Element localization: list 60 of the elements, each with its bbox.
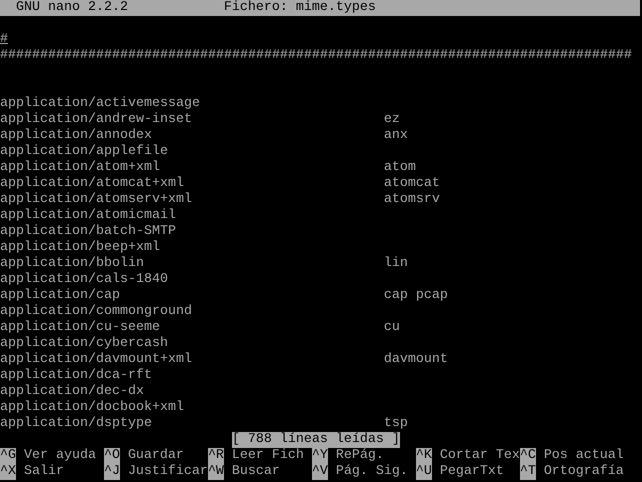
mime-type: application/andrew-inset: [0, 112, 193, 128]
comment-line: ###############################################################################: [0, 48, 632, 64]
mime-type: application/docbook+xml: [0, 400, 185, 416]
shortcut-key: ^U: [416, 464, 432, 480]
file-extension: atomsrv: [384, 192, 440, 208]
file-extension: atomcat: [384, 176, 440, 192]
mime-type: application/beep+xml: [0, 240, 161, 256]
shortcut-label: Justificar: [128, 464, 208, 480]
status-message: [ 788 líneas leídas ]: [232, 432, 400, 448]
file-extension: anx: [384, 128, 408, 144]
comment-line: #: [0, 32, 8, 48]
shortcut-key: ^W: [208, 464, 224, 480]
shortcut-key: ^T: [520, 464, 536, 480]
shortcut-label: Pos actual: [544, 448, 624, 464]
file-extension: cap pcap: [384, 288, 448, 304]
mime-type: application/atomserv+xml: [0, 192, 193, 208]
mime-type: application/dsptype: [0, 416, 153, 432]
mime-type: application/bbolin: [0, 256, 145, 272]
mime-type: application/atomcat+xml: [0, 176, 185, 192]
mime-type: application/atom+xml: [0, 160, 161, 176]
file-extension: davmount: [384, 352, 448, 368]
file-extension: ez: [384, 112, 400, 128]
mime-type: application/cals-1840: [0, 272, 169, 288]
mime-type: application/atomicmail: [0, 208, 177, 224]
mime-type: application/cybercash: [0, 336, 169, 352]
file-extension: atom: [384, 160, 416, 176]
shortcut-key: ^R: [208, 448, 224, 464]
app-version: GNU nano 2.2.2: [16, 0, 129, 16]
shortcut-key: ^J: [104, 464, 120, 480]
mime-type: application/annodex: [0, 128, 153, 144]
mime-type: application/dec-dx: [0, 384, 145, 400]
file-extension: cu: [384, 320, 400, 336]
shortcut-key: ^X: [0, 464, 16, 480]
shortcut-label: Ver ayuda: [24, 448, 96, 464]
file-name: Fichero: mime.types: [224, 0, 376, 16]
mime-type: application/batch-SMTP: [0, 224, 177, 240]
shortcut-key: ^Y: [312, 448, 328, 464]
shortcut-label: Salir: [24, 464, 64, 480]
mime-type: application/commonground: [0, 304, 193, 320]
mime-type: application/cu-seeme: [0, 320, 161, 336]
mime-type: application/applefile: [0, 144, 169, 160]
shortcut-key: ^V: [312, 464, 328, 480]
shortcut-key: ^G: [0, 448, 16, 464]
shortcut-label: Ortografía: [544, 464, 624, 480]
file-extension: lin: [384, 256, 408, 272]
mime-type: application/cap: [0, 288, 121, 304]
shortcut-label: Buscar: [232, 464, 280, 480]
mime-type: application/activemessage: [0, 96, 201, 112]
shortcut-key: ^C: [520, 448, 536, 464]
shortcut-label: Pág. Sig.: [336, 464, 408, 480]
shortcut-label: RePág.: [336, 448, 384, 464]
shortcut-key: ^O: [104, 448, 120, 464]
shortcut-label: Leer Fich: [232, 448, 304, 464]
shortcut-label: Guardar: [128, 448, 184, 464]
shortcut-label: Cortar Tex: [440, 448, 520, 464]
shortcut-label: PegarTxt: [440, 464, 504, 480]
mime-type: application/dca-rft: [0, 368, 153, 384]
file-extension: tsp: [384, 416, 408, 432]
shortcut-key: ^K: [416, 448, 432, 464]
mime-type: application/davmount+xml: [0, 352, 193, 368]
